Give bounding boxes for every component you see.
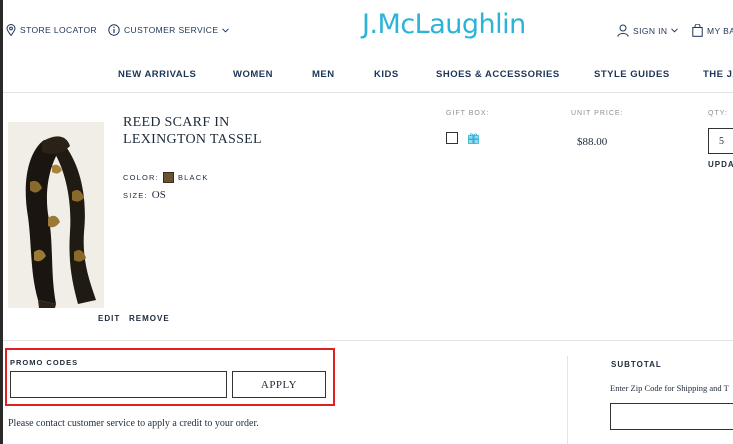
- color-value: BLACK: [177, 173, 209, 182]
- shopping-bag-icon: [692, 24, 703, 37]
- main-nav: NEW ARRIVALS WOMEN MEN KIDS SHOES & ACCE…: [0, 69, 733, 83]
- my-bag-label: MY BA: [707, 25, 733, 36]
- cart-page: STORE LOCATOR CUSTOMER SERVICE J.McLaugh…: [0, 0, 733, 444]
- my-bag-link[interactable]: MY BA: [692, 24, 733, 37]
- location-pin-icon: [6, 24, 16, 36]
- nav-item-women[interactable]: WOMEN: [233, 69, 273, 80]
- nav-item-new-arrivals[interactable]: NEW ARRIVALS: [118, 69, 196, 80]
- product-name[interactable]: REED SCARF IN LEXINGTON TASSEL: [123, 114, 273, 148]
- summary-separator: [567, 356, 568, 444]
- promo-codes-label: PROMO CODES: [10, 358, 79, 367]
- chevron-down-icon: [671, 28, 679, 33]
- gift-box-checkbox[interactable]: [446, 132, 458, 144]
- promo-code-input[interactable]: [10, 371, 227, 398]
- chevron-down-icon: [222, 27, 230, 33]
- color-label: COLOR:: [123, 173, 159, 182]
- info-icon: [108, 24, 120, 36]
- gift-box-header: GIFT BOX:: [446, 110, 490, 117]
- update-link[interactable]: UPDA: [708, 160, 733, 169]
- color-swatch: [162, 172, 174, 183]
- store-locator-label: STORE LOCATOR: [20, 25, 97, 35]
- subtotal-heading: SUBTOTAL: [611, 360, 662, 369]
- product-color: COLOR: BLACK: [123, 172, 209, 183]
- zip-code-note: Enter Zip Code for Shipping and T: [610, 383, 729, 393]
- unit-price: $88.00: [577, 136, 608, 148]
- gift-icon: [468, 131, 479, 149]
- zip-code-input[interactable]: [610, 403, 733, 430]
- product-image[interactable]: [8, 122, 104, 308]
- nav-divider: [3, 92, 733, 93]
- customer-service-menu[interactable]: CUSTOMER SERVICE: [108, 24, 230, 36]
- quantity-input[interactable]: 5: [708, 128, 733, 154]
- nav-item-kids[interactable]: KIDS: [374, 69, 399, 80]
- nav-item-the-ja[interactable]: THE JA: [703, 69, 733, 80]
- qty-header: QTY:: [708, 110, 728, 117]
- user-icon: [617, 24, 629, 37]
- nav-item-shoes-accessories[interactable]: SHOES & ACCESSORIES: [436, 69, 560, 80]
- sign-in-label: SIGN IN: [633, 25, 668, 36]
- sign-in-menu[interactable]: SIGN IN: [617, 24, 679, 37]
- remove-link[interactable]: REMOVE: [129, 314, 170, 323]
- nav-item-men[interactable]: MEN: [312, 69, 335, 80]
- window-edge: [0, 0, 3, 444]
- product-size: SIZE: OS: [123, 189, 166, 201]
- nav-item-style-guides[interactable]: STYLE GUIDES: [594, 69, 670, 80]
- store-locator-link[interactable]: STORE LOCATOR: [6, 24, 97, 36]
- size-label: SIZE:: [123, 190, 148, 200]
- size-value: OS: [151, 189, 166, 201]
- unit-price-header: UNIT PRICE:: [571, 110, 624, 117]
- edit-link[interactable]: EDIT: [98, 314, 120, 323]
- cart-divider: [3, 340, 733, 341]
- apply-button[interactable]: APPLY: [232, 371, 326, 398]
- promo-note: Please contact customer service to apply…: [8, 418, 259, 429]
- brand-logo[interactable]: J.McLaughlin: [362, 9, 526, 40]
- customer-service-label: CUSTOMER SERVICE: [124, 25, 219, 35]
